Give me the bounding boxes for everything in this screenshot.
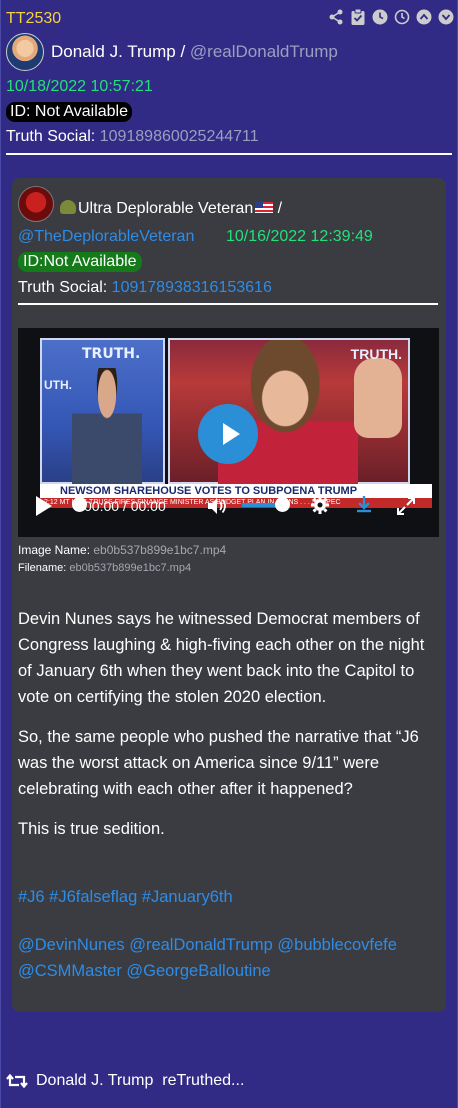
- chevron-up-icon[interactable]: [415, 8, 432, 25]
- image-name-value: eb0b537b899e1bc7.mp4: [93, 543, 227, 557]
- post-body: Devin Nunes says he witnessed Democrat m…: [18, 606, 438, 856]
- truth-social-label: Truth Social:: [6, 128, 96, 145]
- fullscreen-icon[interactable]: [396, 496, 416, 516]
- us-flag-icon: [255, 202, 274, 213]
- helmet-emoji-icon: [60, 200, 76, 214]
- post-topbar: TT2530: [6, 8, 454, 30]
- author-line: Donald J. Trump / @realDonaldTrump: [51, 42, 338, 62]
- volume-knob[interactable]: [275, 497, 290, 512]
- filename-value: eb0b537b899e1bc7.mp4: [69, 562, 192, 574]
- retruth-action: reTruthed...: [162, 1072, 245, 1089]
- filename-line: Filename: eb0b537b899e1bc7.mp4: [18, 562, 191, 574]
- truth-social-id-value[interactable]: 109189860025244711: [100, 128, 259, 145]
- download-icon[interactable]: [354, 494, 374, 514]
- play-icon[interactable]: [36, 496, 52, 516]
- body-paragraph: So, the same people who pushed the narra…: [18, 728, 419, 798]
- mentions[interactable]: @DevinNunes @realDonaldTrump @bubblecovf…: [18, 932, 438, 984]
- quoted-post: Ultra Deplorable Veteran / @TheDeplorabl…: [12, 178, 446, 1012]
- quoted-author: Ultra Deplorable Veteran /: [18, 186, 438, 222]
- author-name[interactable]: Donald J. Trump: [51, 42, 176, 61]
- body-paragraph: This is true sedition.: [18, 820, 165, 838]
- post-id-badge: ID: Not Available: [6, 102, 132, 122]
- video-frame-right: TRUTH.: [168, 338, 410, 486]
- settings-gear-icon[interactable]: [310, 495, 330, 515]
- video-person-left: [72, 368, 142, 486]
- video-hand: [354, 358, 402, 438]
- quoted-truth-social-id: Truth Social: 109178938316153616: [18, 279, 272, 297]
- author-handle[interactable]: @realDonaldTrump: [190, 42, 338, 61]
- quoted-avatar[interactable]: [18, 186, 54, 222]
- post-code: TT2530: [6, 10, 62, 27]
- author-avatar[interactable]: [6, 33, 44, 71]
- quoted-separator: /: [273, 200, 283, 217]
- body-paragraph: Devin Nunes says he witnessed Democrat m…: [18, 610, 425, 706]
- hashtags[interactable]: #J6 #J6falseflag #January6th: [18, 884, 438, 910]
- retruth-name[interactable]: Donald J. Trump: [36, 1072, 153, 1089]
- post-author: Donald J. Trump / @realDonaldTrump: [6, 33, 454, 71]
- volume-icon[interactable]: [206, 496, 228, 516]
- clipboard-check-icon[interactable]: [349, 8, 366, 25]
- retruth-icon: [6, 1073, 28, 1089]
- video-brand-text-3: TRUTH.: [350, 346, 402, 362]
- quoted-id-badge: ID:Not Available: [18, 252, 142, 272]
- post-datetime: 10/18/2022 10:57:21: [6, 78, 153, 95]
- quoted-truth-social-label: Truth Social:: [18, 279, 108, 296]
- video-time: 00:00 / 00:00: [84, 498, 166, 514]
- share-icon[interactable]: [327, 8, 344, 25]
- quoted-author-name[interactable]: Ultra Deplorable Veteran: [78, 200, 253, 217]
- video-brand-text: TRUTH.: [82, 346, 141, 362]
- post-action-icons: [327, 8, 454, 25]
- quoted-datetime: 10/16/2022 12:39:49: [226, 228, 373, 245]
- history-icon[interactable]: [393, 8, 410, 25]
- quoted-truth-social-id-value[interactable]: 109178938316153616: [112, 279, 272, 296]
- big-play-button[interactable]: [198, 404, 258, 464]
- video-controls: 00:00 / 00:00: [18, 488, 439, 524]
- truth-post-card: TT2530 Donald J. Trump / @realDonaldTrum…: [0, 0, 458, 1108]
- image-name-label: Image Name:: [18, 543, 91, 557]
- image-name-line: Image Name: eb0b537b899e1bc7.mp4: [18, 543, 226, 557]
- video-brand-text-2: UTH.: [44, 378, 72, 392]
- video-player[interactable]: TRUTH. UTH. TRUTH. NEWSOM SHAREHOUSE VOT…: [18, 328, 439, 537]
- chevron-down-icon[interactable]: [437, 8, 454, 25]
- author-separator: /: [175, 42, 190, 61]
- video-time-total: 00:00: [130, 498, 166, 514]
- video-frame-left: TRUTH. UTH.: [40, 338, 165, 486]
- divider: [6, 153, 452, 155]
- video-time-sep: /: [119, 498, 131, 514]
- clock-icon[interactable]: [371, 8, 388, 25]
- quoted-author-line: Ultra Deplorable Veteran /: [60, 200, 282, 218]
- quoted-handle[interactable]: @TheDeplorableVeteran: [18, 228, 194, 246]
- video-time-current: 00:00: [84, 498, 120, 514]
- quoted-divider: [18, 303, 438, 305]
- retruth-line: Donald J. Trump reTruthed...: [6, 1072, 244, 1090]
- post-truth-social-id: Truth Social: 109189860025244711: [6, 128, 259, 146]
- filename-label: Filename:: [18, 562, 67, 574]
